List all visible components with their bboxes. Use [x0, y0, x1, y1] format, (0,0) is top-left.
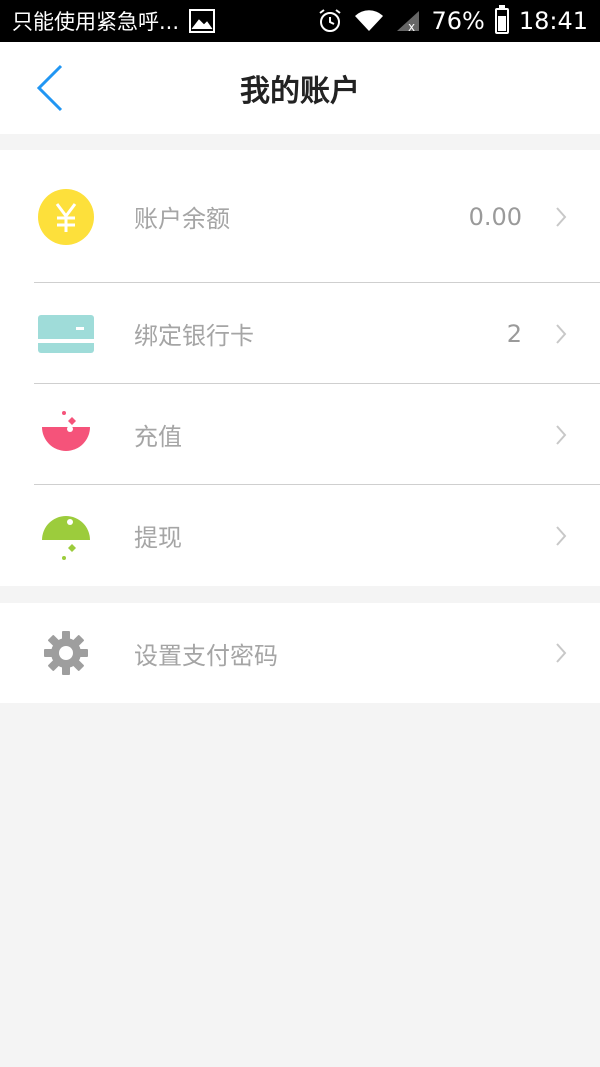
chevron-right-icon	[554, 424, 568, 446]
bank-card-count: 2	[506, 319, 522, 348]
chevron-right-icon	[554, 525, 568, 547]
withdraw-icon	[36, 506, 96, 566]
chevron-right-icon	[554, 642, 568, 664]
menu-row-payment-password[interactable]: 设置支付密码	[0, 603, 600, 703]
balance-value: 0.00	[468, 202, 522, 231]
battery-percent: 76%	[431, 7, 485, 35]
gear-icon	[36, 623, 96, 683]
status-left: 只能使用紧急呼...	[12, 6, 216, 36]
page-title: 我的账户	[240, 74, 360, 109]
battery-icon	[494, 5, 509, 34]
menu-label: 绑定银行卡	[134, 322, 254, 350]
chevron-right-icon	[554, 206, 568, 228]
menu-label: 账户余额	[134, 205, 230, 233]
settings-menu-group: 设置支付密码	[0, 603, 600, 703]
alarm-icon	[317, 8, 343, 34]
menu-row-recharge[interactable]: 充值	[0, 384, 600, 485]
notification-text: 只能使用紧急呼...	[12, 10, 180, 34]
yen-coin-icon	[36, 187, 96, 247]
image-notification-icon	[189, 9, 216, 33]
account-menu-group: 账户余额 0.00 绑定银行卡 2 充值 提现	[0, 150, 600, 586]
clock-time: 18:41	[518, 7, 588, 35]
back-button[interactable]	[30, 60, 70, 116]
menu-label: 充值	[134, 423, 182, 451]
status-right: x 76% 18:41	[317, 5, 588, 35]
svg-text:x: x	[408, 20, 415, 33]
menu-row-bank-card[interactable]: 绑定银行卡 2	[0, 283, 600, 384]
menu-label: 设置支付密码	[134, 641, 278, 670]
chevron-right-icon	[554, 323, 568, 345]
status-bar: 只能使用紧急呼... x 76% 18:41	[0, 0, 600, 42]
menu-row-withdraw[interactable]: 提现	[0, 485, 600, 586]
menu-row-balance[interactable]: 账户余额 0.00	[0, 150, 600, 283]
nav-header: 我的账户	[0, 42, 600, 134]
menu-label: 提现	[134, 524, 182, 552]
bank-card-icon	[36, 304, 96, 364]
wifi-icon	[353, 9, 385, 33]
signal-icon: x	[395, 9, 421, 33]
chevron-left-icon	[36, 64, 63, 112]
recharge-icon	[36, 405, 96, 465]
